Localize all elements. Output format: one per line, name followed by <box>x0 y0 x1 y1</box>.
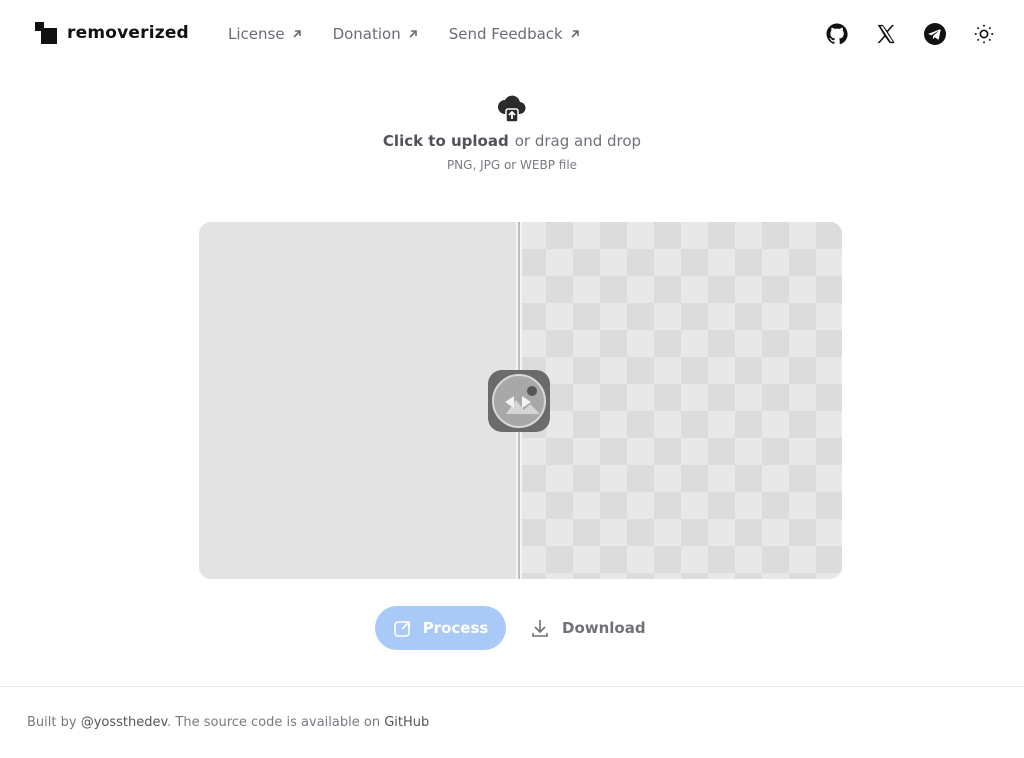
footer-credits: Built by @yossthedev. The source code is… <box>27 715 429 730</box>
sun-icon[interactable] <box>972 22 996 46</box>
github-icon[interactable] <box>825 22 849 46</box>
logo-mark-icon <box>35 22 57 44</box>
main-nav: License Donation Send Feedback <box>228 25 581 43</box>
footer: Built by @yossthedev. The source code is… <box>0 686 1024 758</box>
nav-license-link[interactable]: License <box>228 25 303 43</box>
nav-feedback-label: Send Feedback <box>448 25 563 43</box>
upload-rest: or drag and drop <box>514 132 642 150</box>
telegram-icon[interactable] <box>923 22 947 46</box>
upload-file-types: PNG, JPG or WEBP file <box>446 158 578 172</box>
cloud-upload-icon <box>498 95 526 123</box>
brand-name: removerized <box>67 23 189 43</box>
footer-middle: . The source code is available on <box>167 715 385 730</box>
github-source-link[interactable]: GitHub <box>384 715 429 730</box>
header-icons <box>825 22 996 46</box>
external-arrow-icon <box>409 30 417 38</box>
footer-prefix: Built by <box>27 715 81 730</box>
logo[interactable]: removerized <box>35 22 189 44</box>
nav-license-label: License <box>228 25 285 43</box>
external-arrow-icon <box>292 30 301 38</box>
author-link[interactable]: @yossthedev <box>81 715 167 730</box>
download-button[interactable]: Download <box>530 606 646 650</box>
download-icon <box>532 620 548 637</box>
nav-feedback-link[interactable]: Send Feedback <box>449 25 581 43</box>
compare-handle-knob <box>492 374 546 428</box>
upload-dropzone[interactable]: Click to upload or drag and drop PNG, JPG… <box>0 94 1024 172</box>
header: removerized License Donation Send Feedba… <box>0 0 1024 70</box>
nav-donation-link[interactable]: Donation <box>333 25 419 43</box>
external-arrow-icon <box>571 30 579 38</box>
process-label: Process <box>422 619 489 637</box>
download-label: Download <box>562 619 646 637</box>
image-compare-slider[interactable] <box>199 222 842 579</box>
nav-donation-label: Donation <box>332 25 401 43</box>
upload-instruction: Click to upload or drag and drop <box>0 132 1024 150</box>
upload-cta[interactable]: Click to upload <box>383 132 509 150</box>
x-icon[interactable] <box>874 22 898 46</box>
image-compare-icon <box>505 386 540 414</box>
original-image-pane <box>199 222 519 579</box>
compare-handle[interactable] <box>488 370 550 432</box>
process-button[interactable]: Process <box>375 606 506 650</box>
process-icon <box>393 621 410 637</box>
transparent-result-pane <box>519 222 842 579</box>
